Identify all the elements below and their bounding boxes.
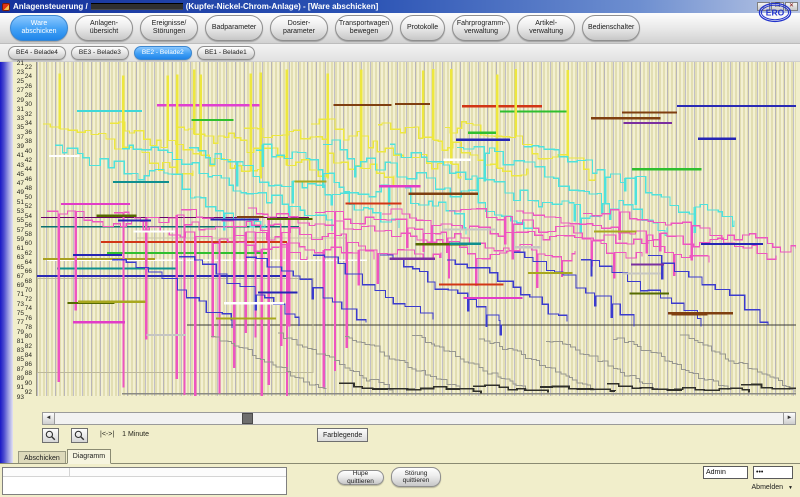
magnifier-icon [74,430,85,441]
scrollbar-thumb[interactable] [242,413,253,424]
trace-entlade-dark-2 [473,385,548,392]
zoom-out-button[interactable] [71,428,88,443]
window-title-prefix: Anlagensteuerung / [13,2,88,11]
trace-entlade-dark-4 [607,384,682,390]
toolbar-button-badparameter[interactable]: Badparameter [205,15,263,41]
station-tab-be3[interactable]: BE3 - Belade3 [71,46,129,60]
trace-spuele-cyan-2 [189,148,399,228]
svg-text:ERO: ERO [766,8,785,18]
trace-beize-yellow-3 [244,70,394,185]
station-tab-row: BE4 - Belade4 BE3 - Belade3 BE2 - Belade2 B… [0,44,800,62]
main-toolbar: Ware abschicken Anlagen- übersicht Ereigni… [0,13,800,44]
schedule-chart[interactable] [36,62,796,396]
view-tab-diagramm[interactable]: Diagramm [67,449,111,464]
toolbar-button-protokolle[interactable]: Protokolle [400,15,445,41]
view-tab-bar: AbschickenDiagramm [18,449,112,464]
position-axis: 2122232425262728293031323334353637383940… [13,62,36,402]
fault-acknowledge-button[interactable]: Störung quittieren [391,467,441,487]
toolbar-button-ereignisse-st-rungen[interactable]: Ereignisse/ Störungen [140,15,198,41]
trace-entlade-dark-0 [339,383,414,389]
trace-transport-blue-0 [112,260,232,328]
logout-label: Abmelden [752,484,784,491]
logout-control[interactable]: Abmelden ▼ [727,484,793,491]
bottom-panel: Hupe quittieren Störung quittieren Abmel… [0,464,800,497]
horn-acknowledge-button[interactable]: Hupe quittieren [337,470,384,485]
color-legend-button[interactable]: Farblegende [317,428,368,442]
trace-transport-blue-3 [313,255,433,319]
toolbar-button-fahrprogramm-verwaltung[interactable]: Fahrprogramm- verwaltung [452,15,510,41]
user-field[interactable] [703,466,748,479]
toolbar-button-transportwagen-bewegen[interactable]: Transportwagen bewegen [335,15,393,41]
scale-range-glyph: |<->| [100,431,114,438]
trace-beize-yellow-0 [43,74,193,175]
station-tab-be4[interactable]: BE4 - Belade4 [8,46,66,60]
column-divider [69,468,70,476]
trace-galvanik-magenta-7 [516,211,776,259]
axis-tick-93: 93 [14,395,24,401]
scale-value: 1 Minute [122,431,149,438]
time-scale-label: |<->| 1 Minute [100,431,149,438]
trace-entlade-dark-3 [540,387,615,392]
trace-spuele-cyan-7 [524,146,734,232]
title-bar: Anlagensteuerung / (Kupfer-Nickel-Chrom-… [0,0,800,13]
app-icon [2,3,10,11]
ero-logo: ERO [758,2,792,23]
station-tab-be1[interactable]: BE1 - Belade1 [197,46,255,60]
trace-spuele-cyan-4 [323,140,533,229]
toolbar-button-dosier-parameter[interactable]: Dosier- parameter [270,15,328,41]
trace-entlade-dark-5 [674,388,749,393]
chevron-down-icon: ▼ [788,485,793,491]
dispatch-list[interactable] [2,467,287,495]
chart-horizontal-scrollbar[interactable]: ◄ ► [42,412,796,425]
toolbar-button-anlagen-bersicht[interactable]: Anlagen- übersicht [75,15,133,41]
trace-trockner-gray-2 [345,337,460,391]
scroll-left-icon[interactable]: ◄ [43,413,55,424]
trace-galvanik-magenta-6 [449,209,709,276]
content-area: 2122232425262728293031323334353637383940… [0,62,800,497]
toolbar-button-artikel-verwaltung[interactable]: Artikel- verwaltung [517,15,575,41]
scroll-right-icon[interactable]: ► [783,413,795,424]
trace-trockner-gray-3 [412,336,527,390]
trace-beize-yellow-6 [445,70,595,181]
trace-transport-blue-5 [447,260,567,321]
trace-transport-blue-6 [514,252,634,327]
toolbar-button-ware-abschicken[interactable]: Ware abschicken [10,15,68,41]
toolbar-button-bedienschalter[interactable]: Bedienschalter [582,15,640,41]
trace-transport-blue-4 [380,255,501,335]
station-tab-be2[interactable]: BE2 - Belade2 [134,46,192,60]
magnifier-icon [45,430,56,441]
trace-trockner-gray-4 [479,339,594,391]
left-accent-strip [0,62,13,497]
trace-entlade-dark-1 [406,387,481,394]
password-field[interactable] [753,466,793,479]
redacted-title-text [91,3,183,10]
scrollbar-track[interactable] [55,413,783,424]
window-title-suffix: (Kupfer-Nickel-Chrom-Anlage) - [Ware abs… [186,2,379,11]
trace-trockner-gray-5 [546,341,661,389]
zoom-in-button[interactable] [42,428,59,443]
trace-trockner-gray-7 [680,335,795,392]
app-window: Anlagensteuerung / (Kupfer-Nickel-Chrom-… [0,0,800,497]
trace-transport-blue-8 [648,255,768,325]
dispatch-list-header [3,468,286,477]
